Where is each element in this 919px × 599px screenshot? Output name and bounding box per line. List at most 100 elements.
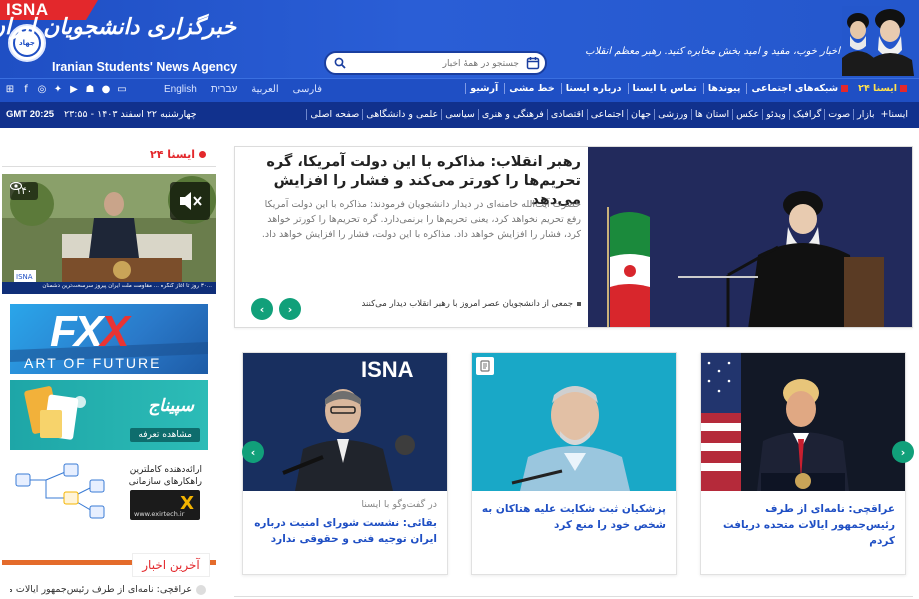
hero-article[interactable]: رهبر انقلاب: مذاکره با این دولت آمریکا، … xyxy=(234,146,913,328)
brand-title-fa[interactable]: خبرگزاری دانشجویان ایران ، ایسنا xyxy=(0,14,237,40)
twitter-icon[interactable]: ✦ xyxy=(52,84,64,96)
site-header: ISNA جهاد خبرگزاری دانشجویان ایران ، ایس… xyxy=(0,0,919,78)
video-ticker: ...۳۰ روز تا آغاز گنگره ... مقاومت ملت ا… xyxy=(42,283,212,289)
cards-next-button[interactable]: › xyxy=(892,441,914,463)
hero-image[interactable] xyxy=(588,147,913,328)
card-image-trump[interactable] xyxy=(701,353,906,491)
card-image-pezeshkian[interactable] xyxy=(472,353,677,491)
fx-banner-ad[interactable]: FXX ART OF FUTURE xyxy=(10,304,208,374)
isna24-section-header[interactable]: ایسنا ۲۴ xyxy=(150,146,216,162)
fx-logo: FXX xyxy=(50,307,130,356)
link-links[interactable]: پیوندها xyxy=(702,83,745,94)
nav-photo[interactable]: عکس xyxy=(732,109,762,120)
nav-culture[interactable]: فرهنگی و هنری xyxy=(477,109,547,120)
windows-icon[interactable]: ⊞ xyxy=(4,84,16,96)
nav-sports[interactable]: ورزشی xyxy=(654,109,691,120)
card-isna-watermark: ISNA xyxy=(361,357,414,382)
link-contact[interactable]: تماس با ایسنا xyxy=(627,83,701,94)
facebook-icon[interactable]: f xyxy=(20,84,32,96)
card-image-baghaei[interactable]: ISNA xyxy=(243,353,448,491)
lang-persian[interactable]: فارسی xyxy=(293,84,322,95)
nav-social[interactable]: اجتماعی xyxy=(586,109,627,120)
language-switcher: English עברית العربية فارسی xyxy=(164,84,322,95)
cards-prev-button[interactable]: ‹ xyxy=(242,441,264,463)
fx-tagline: ART OF FUTURE xyxy=(24,355,162,371)
gmt-clock: GMT 20:25 xyxy=(6,109,55,120)
isna24-title: ایسنا ۲۴ xyxy=(150,147,195,161)
latest-news-tab[interactable]: آخرین اخبار xyxy=(132,553,210,577)
exir-logo: Xwww.exirtech.ir xyxy=(130,490,200,520)
hero-caption[interactable]: جمعی از دانشجویان عصر امروز با رهبر انقل… xyxy=(361,299,581,309)
link-archive[interactable]: آرشیو xyxy=(465,83,502,94)
isna24-square-icon xyxy=(900,85,907,92)
section-divider xyxy=(234,596,913,597)
link-social[interactable]: شبکه‌های اجتماعی xyxy=(746,83,852,94)
search-box[interactable] xyxy=(324,51,547,75)
calendar-icon[interactable] xyxy=(526,56,540,70)
search-icon[interactable] xyxy=(334,57,346,69)
leaders-portrait xyxy=(842,6,916,76)
live-dot-icon xyxy=(198,150,206,158)
main-nav: صفحه اصلی علمی و دانشگاهی سیاسی فرهنگی و… xyxy=(306,109,911,120)
lang-arabic[interactable]: العربية xyxy=(251,84,278,95)
card-title[interactable]: عراقچی: نامه‌ای از طرف رئیس‌جمهور ایالات… xyxy=(709,501,895,549)
link-policy[interactable]: خط مشی xyxy=(504,83,559,94)
search-input[interactable] xyxy=(352,56,519,72)
caption-bullet-icon xyxy=(577,301,581,306)
svg-text:ISNA: ISNA xyxy=(16,273,33,281)
link-isna24[interactable]: ایسنا ۲۴ xyxy=(854,83,911,94)
nav-video[interactable]: ویدئو xyxy=(762,109,789,120)
news-card-pezeshkian[interactable]: پزشکیان ثبت شکایت علیه هتاکان به شخص خود… xyxy=(471,352,677,575)
top-links-bar: ⊞ f ◎ ✦ ▶ ☗ ● ▭ English עברית العربية فا… xyxy=(0,78,919,102)
social-icons: ⊞ f ◎ ✦ ▶ ☗ ● ▭ xyxy=(4,84,128,96)
instagram-icon[interactable]: ◎ xyxy=(36,84,48,96)
divider xyxy=(2,166,216,167)
bullet-icon xyxy=(196,584,206,595)
hero-next-button[interactable]: › xyxy=(279,298,301,320)
eye-icon xyxy=(10,182,22,190)
sepinaj-banner-ad[interactable]: سپیناج مشاهده تعرفه xyxy=(10,380,208,450)
nav-politics[interactable]: سیاسی xyxy=(441,109,478,120)
brand-title-en[interactable]: Iranian Students' News Agency xyxy=(52,60,237,74)
desktop-icon[interactable]: ▭ xyxy=(116,84,128,96)
lang-english[interactable]: English xyxy=(164,84,197,95)
nav-audio[interactable]: صوت xyxy=(824,109,853,120)
link-isna24-label: ایسنا ۲۴ xyxy=(858,83,897,94)
lang-hebrew[interactable]: עברית xyxy=(211,84,237,95)
nav-isna-plus[interactable]: ایسنا+ xyxy=(878,109,911,120)
date-display: چهارشنبه ۲۲ اسفند ۱۴۰۳ - ۲۳:۵۵ xyxy=(64,109,197,120)
latest-news-item[interactable]: عراقچی: نامه‌ای از طرف رئیس‌جمهور ایالات… xyxy=(10,584,206,595)
card-title[interactable]: پزشکیان ثبت شکایت علیه هتاکان به شخص خود… xyxy=(480,501,666,533)
speaker-muted-icon xyxy=(180,192,202,210)
nav-provinces[interactable]: استان ها xyxy=(690,109,732,120)
view-tariff-button[interactable]: مشاهده تعرفه xyxy=(130,428,200,442)
mute-button[interactable] xyxy=(170,182,210,220)
sepinaj-graphic xyxy=(24,386,86,440)
hero-prev-button[interactable]: ‹ xyxy=(251,298,273,320)
link-social-label: شبکه‌های اجتماعی xyxy=(751,83,839,94)
header-tagline: اخبار خوب، مفید و امید بخش مخابره کنید. … xyxy=(585,46,840,57)
youtube-icon[interactable]: ▶ xyxy=(68,84,80,96)
nav-market[interactable]: بازار xyxy=(853,109,877,120)
apple-icon[interactable]: ● xyxy=(100,84,112,96)
news-card-araghchi[interactable]: عراقچی: نامه‌ای از طرف رئیس‌جمهور ایالات… xyxy=(700,352,906,575)
social-square-icon xyxy=(841,85,849,92)
nav-science[interactable]: علمی و دانشگاهی xyxy=(362,109,441,120)
card-kicker: در گفت‌وگو با ایسنا xyxy=(361,499,437,510)
hero-summary: حضرت آیت‌الله خامنه‌ای در دیدار دانشجویا… xyxy=(261,199,581,240)
document-icon xyxy=(476,357,494,375)
card-title[interactable]: بقائی: نشست شورای امنیت درباره ایران توج… xyxy=(251,515,437,547)
nav-world[interactable]: جهان xyxy=(627,109,654,120)
nav-graphics[interactable]: گرافیک xyxy=(788,109,824,120)
news-card-baghaei[interactable]: ISNA در گفت‌وگو با ایسنا بقائی: نشست شور… xyxy=(242,352,448,575)
sepinaj-title: سپیناج xyxy=(148,396,194,416)
nav-economy[interactable]: اقتصادی xyxy=(546,109,587,120)
link-about[interactable]: درباره ایسنا xyxy=(560,83,626,94)
video-player[interactable]: ISNA ۱۴۰ ...۳۰ روز تا آغاز گنگره ... مقا… xyxy=(2,174,216,294)
android-icon[interactable]: ☗ xyxy=(84,84,96,96)
video-view-count: ۱۴۰ xyxy=(10,182,39,200)
exir-banner-ad[interactable]: ارائه‌دهنده کاملترین راهکارهای سازمانی X… xyxy=(10,456,208,528)
top-links: آرشیو خط مشی درباره ایسنا تماس با ایسنا … xyxy=(465,83,911,94)
nav-home[interactable]: صفحه اصلی xyxy=(306,109,362,120)
main-navbar: GMT 20:25 چهارشنبه ۲۲ اسفند ۱۴۰۳ - ۲۳:۵۵… xyxy=(0,102,919,128)
